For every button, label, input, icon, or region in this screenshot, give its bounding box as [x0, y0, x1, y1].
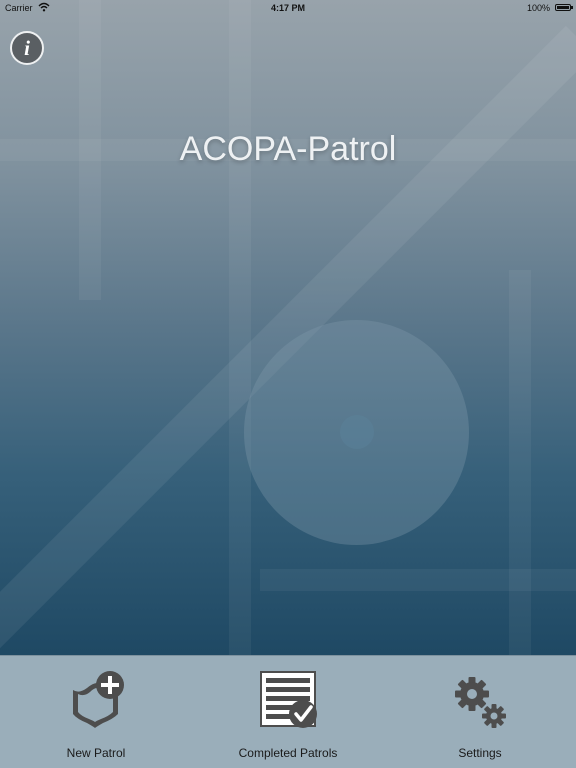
home-screen: Carrier 4:17 PM 100% i ACOPA-Patrol New … [0, 0, 576, 768]
tab-label: Completed Patrols [238, 746, 338, 760]
tab-label: New Patrol [66, 746, 126, 760]
tab-bar: New Patrol Completed Patrols Settings [0, 655, 576, 768]
report-check-icon [260, 671, 317, 728]
badge-plus-icon [73, 671, 124, 728]
tab-settings[interactable]: Settings [384, 656, 576, 768]
tab-completed-patrols[interactable]: Completed Patrols [192, 656, 384, 768]
gears-icon [455, 677, 506, 728]
location-dot [340, 415, 374, 449]
info-button[interactable]: i [10, 31, 44, 65]
tab-new-patrol[interactable]: New Patrol [0, 656, 192, 768]
location-indicator [244, 320, 469, 545]
map-background [0, 0, 576, 655]
info-icon: i [24, 35, 30, 60]
app-title: ACOPA-Patrol [179, 130, 397, 168]
tab-label: Settings [458, 746, 502, 760]
